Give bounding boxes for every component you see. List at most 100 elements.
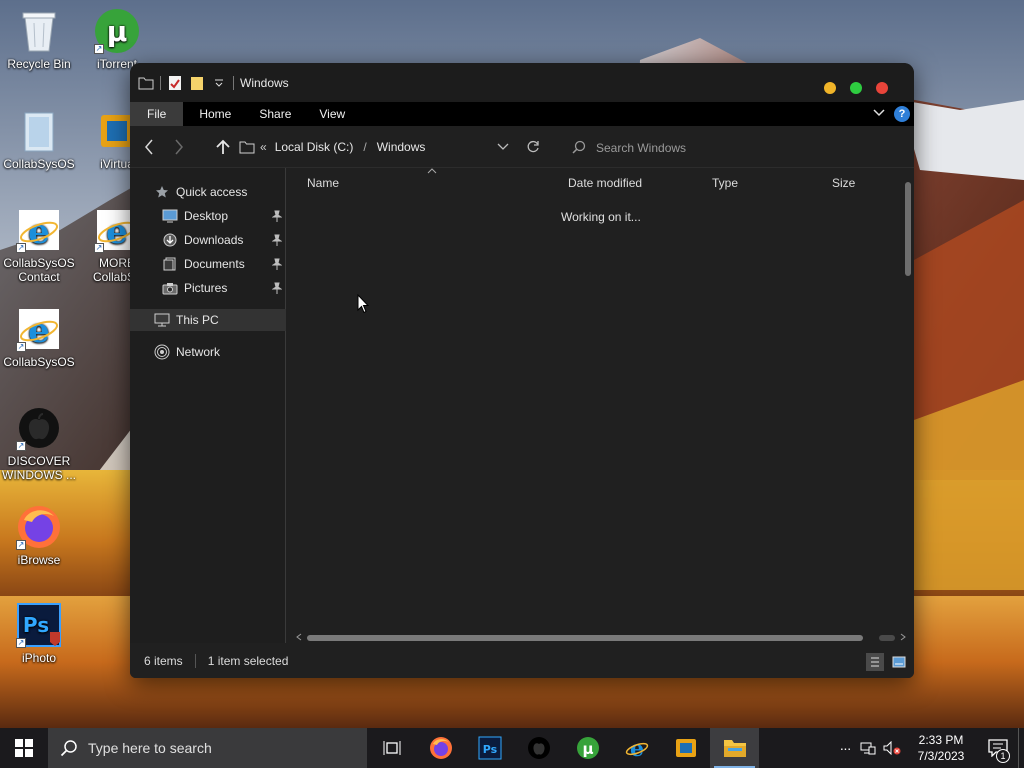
- maximize-button[interactable]: [850, 82, 862, 94]
- apple-icon: [527, 737, 550, 759]
- apple-icon: ↗: [16, 405, 62, 451]
- desktop-icon-label: DISCOVER WINDOWS ...: [2, 454, 76, 482]
- taskbar-search-box[interactable]: Type here to search: [48, 728, 367, 768]
- close-button[interactable]: [876, 82, 888, 94]
- nav-this-pc[interactable]: This PC: [130, 309, 286, 331]
- pin-icon: [272, 210, 282, 222]
- status-bar: 6 items 1 item selected: [130, 643, 914, 678]
- back-button[interactable]: [140, 137, 158, 157]
- scroll-left-icon[interactable]: [295, 633, 303, 641]
- taskbar-app-file-explorer[interactable]: [710, 728, 759, 768]
- forward-button[interactable]: [170, 137, 188, 157]
- tab-share[interactable]: Share: [245, 102, 305, 126]
- desktop-icon-itorrent[interactable]: µ ↗ iTorrent: [78, 8, 156, 71]
- column-header-size[interactable]: Size: [832, 176, 855, 190]
- desktop-icon-collabsysos-contact[interactable]: e ↗ CollabSysOS Contact: [0, 207, 78, 284]
- vertical-scrollbar[interactable]: [905, 182, 911, 276]
- details-view-button[interactable]: [866, 653, 884, 671]
- show-desktop-button[interactable]: [1018, 728, 1024, 768]
- breadcrumb-separator: /: [363, 140, 367, 154]
- taskbar-app-virtualbox[interactable]: [661, 728, 710, 768]
- nav-network[interactable]: Network: [130, 341, 286, 363]
- pin-icon: [272, 258, 282, 270]
- show-hidden-icons-button[interactable]: ···: [834, 740, 856, 756]
- search-box[interactable]: [572, 138, 902, 158]
- taskbar-app-apple[interactable]: [514, 728, 563, 768]
- tab-view[interactable]: View: [305, 102, 359, 126]
- expand-ribbon-chevron-icon[interactable]: [873, 107, 885, 121]
- taskbar-search-placeholder: Type here to search: [88, 740, 212, 756]
- svg-text:e: e: [106, 212, 128, 252]
- desktop-icon-label: CollabSysOS: [3, 355, 75, 369]
- svg-text:e: e: [630, 736, 644, 760]
- address-history-chevron-icon[interactable]: [494, 137, 512, 157]
- nav-downloads[interactable]: Downloads: [130, 229, 286, 251]
- up-button[interactable]: [214, 137, 232, 157]
- column-header-date-modified[interactable]: Date modified: [568, 176, 642, 190]
- nav-label: Desktop: [184, 209, 229, 223]
- desktop-icon-discover-windows[interactable]: ↗ DISCOVER WINDOWS ...: [0, 405, 78, 482]
- nav-documents[interactable]: Documents: [130, 253, 286, 275]
- taskbar-app-firefox[interactable]: [416, 728, 465, 768]
- column-header-name[interactable]: Name: [307, 176, 339, 190]
- clock-date: 7/3/2023: [917, 749, 965, 763]
- minimize-button[interactable]: [824, 82, 836, 94]
- title-bar[interactable]: Windows: [130, 63, 914, 102]
- desktop-icon: [162, 208, 178, 224]
- horizontal-scroll-thumb[interactable]: [307, 635, 863, 641]
- address-bar: « Local Disk (C:) / Windows: [130, 126, 914, 168]
- search-input[interactable]: [596, 141, 876, 155]
- nav-label: This PC: [176, 313, 219, 327]
- breadcrumb-item-local-disk[interactable]: Local Disk (C:): [275, 140, 354, 154]
- file-explorer-window: Windows File Home Share View ? « Local D…: [130, 63, 914, 678]
- help-button[interactable]: ?: [894, 106, 910, 122]
- volume-muted-icon[interactable]: [880, 741, 904, 755]
- title-separator: [160, 75, 161, 90]
- nav-pictures[interactable]: Pictures: [130, 277, 286, 299]
- desktop-icon-collabsysos-ie[interactable]: e ↗ CollabSysOS: [0, 306, 78, 369]
- desktop-icon-iphoto[interactable]: Ps ↗ iPhoto: [0, 602, 78, 665]
- tab-home[interactable]: Home: [183, 102, 245, 126]
- title-separator: [233, 75, 234, 90]
- customize-toolbar-chevron-icon[interactable]: [211, 75, 227, 91]
- desktop-icon-label: CollabSysOS Contact: [3, 256, 75, 284]
- nav-quick-access[interactable]: Quick access: [130, 181, 286, 203]
- desktop-icon-recycle-bin[interactable]: Recycle Bin: [0, 8, 78, 71]
- photoshop-icon: Ps: [478, 736, 501, 760]
- sort-ascending-icon: [427, 168, 437, 174]
- taskbar-app-photoshop[interactable]: Ps: [465, 728, 514, 768]
- new-folder-icon[interactable]: [189, 75, 205, 91]
- search-icon: [60, 740, 77, 757]
- system-tray: ··· 2:33 PM 7/3/2023 1: [834, 728, 1024, 768]
- scroll-track-end: [879, 635, 895, 641]
- desktop-icon-label: iVirtua: [100, 157, 134, 171]
- firefox-icon: ↗: [16, 504, 62, 550]
- desktop-icon-ibrowse[interactable]: ↗ iBrowse: [0, 504, 78, 567]
- task-view-icon: [383, 741, 400, 755]
- network-status-icon[interactable]: [856, 741, 880, 755]
- taskbar-app-utorrent[interactable]: µ: [563, 728, 612, 768]
- folder-outline-icon: [138, 75, 154, 91]
- column-header-type[interactable]: Type: [712, 176, 738, 190]
- properties-icon[interactable]: [167, 75, 183, 91]
- breadcrumb-overflow[interactable]: «: [260, 140, 267, 154]
- tab-file[interactable]: File: [130, 102, 184, 126]
- start-button[interactable]: [0, 728, 48, 768]
- horizontal-scrollbar[interactable]: [295, 632, 907, 642]
- desktop-icon-collabsysos[interactable]: CollabSysOS: [0, 108, 78, 171]
- mouse-cursor-icon: [357, 294, 369, 314]
- action-center-button[interactable]: 1: [978, 739, 1018, 763]
- photoshop-icon: Ps ↗: [16, 602, 62, 648]
- scroll-right-icon[interactable]: [899, 633, 907, 641]
- breadcrumb-item-windows[interactable]: Windows: [377, 140, 426, 154]
- nav-label: Documents: [184, 257, 245, 271]
- clock[interactable]: 2:33 PM 7/3/2023: [904, 732, 978, 764]
- large-icons-view-button[interactable]: [890, 653, 908, 671]
- file-list[interactable]: Name Date modified Type Size Working on …: [287, 168, 914, 643]
- task-view-button[interactable]: [367, 728, 416, 768]
- download-icon: [162, 232, 178, 248]
- svg-text:Ps: Ps: [482, 743, 497, 756]
- refresh-icon[interactable]: [524, 137, 542, 157]
- taskbar-app-internet-explorer[interactable]: e: [612, 728, 661, 768]
- nav-desktop[interactable]: Desktop: [130, 205, 286, 227]
